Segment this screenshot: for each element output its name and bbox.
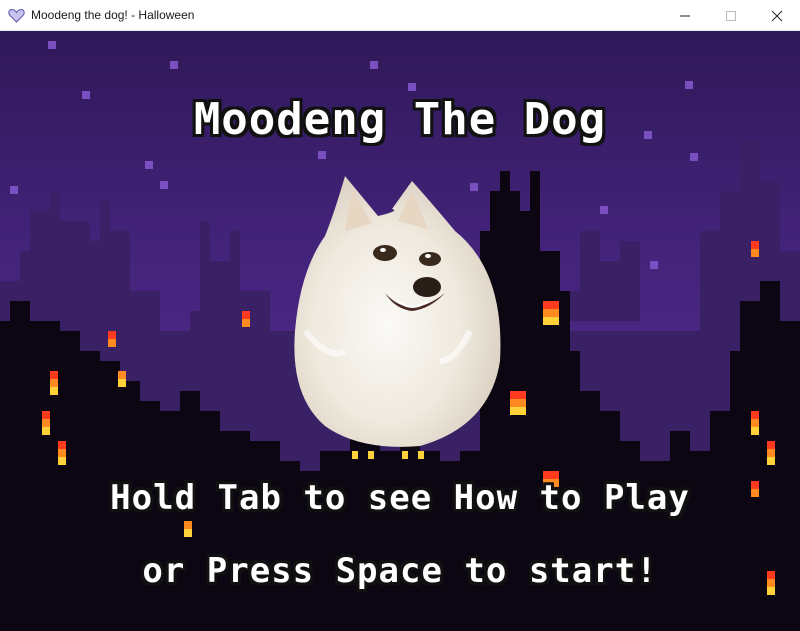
minimize-icon — [680, 15, 690, 17]
minimize-button[interactable] — [662, 0, 708, 31]
close-button[interactable] — [754, 0, 800, 31]
game-title: Moodeng The Dog — [193, 94, 607, 145]
start-prompt: or Press Space to start! — [142, 551, 658, 591]
window-title: Moodeng the dog! - Halloween — [31, 8, 195, 22]
heart-icon — [8, 8, 25, 23]
maximize-button[interactable] — [708, 0, 754, 31]
game-window: Moodeng the dog! - Halloween Moodeng The… — [0, 0, 800, 631]
how-to-play-prompt: Hold Tab to see How to Play — [110, 478, 690, 518]
window-titlebar[interactable]: Moodeng the dog! - Halloween — [0, 0, 800, 31]
maximize-icon — [726, 11, 736, 21]
close-icon — [771, 10, 783, 22]
game-canvas[interactable]: Moodeng The Dog Hold Tab to see How to P… — [0, 31, 800, 631]
